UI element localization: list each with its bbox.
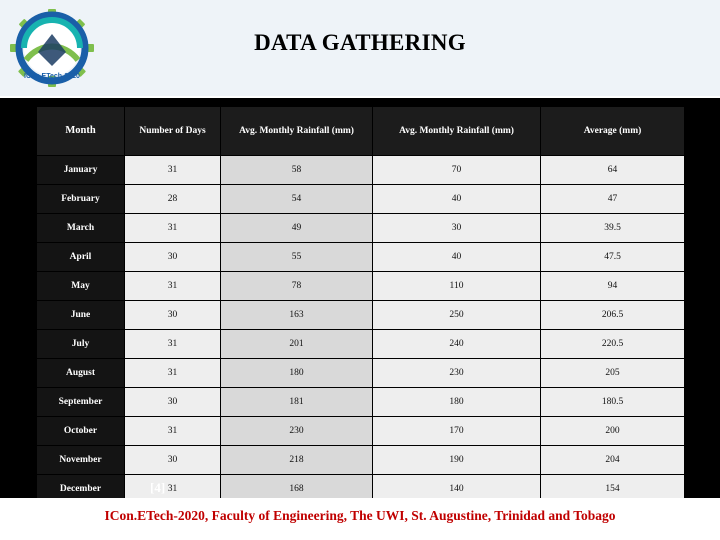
- rainfall-data-table: Month Number of Days Avg. Monthly Rainfa…: [36, 106, 685, 504]
- col-header-month: Month: [36, 106, 125, 156]
- cell-value: 200: [540, 416, 685, 446]
- table-row: May 31 78 110 94: [36, 271, 685, 301]
- cell-value: 40: [372, 184, 541, 214]
- citation-reference: [4]: [150, 480, 166, 495]
- table-row: July 31 201 240 220.5: [36, 329, 685, 359]
- col-header-average: Average (mm): [540, 106, 685, 156]
- cell-value: 206.5: [540, 300, 685, 330]
- cell-value: 180: [220, 358, 373, 388]
- cell-value: 55: [220, 242, 373, 272]
- cell-month: July: [36, 329, 125, 359]
- page-title: DATA GATHERING: [254, 30, 466, 55]
- cell-value: 31: [124, 155, 221, 185]
- col-header-avg-monthly-rainfall-1: Avg. Monthly Rainfall (mm): [220, 106, 373, 156]
- table-row: February 28 54 40 47: [36, 184, 685, 214]
- cell-value: 94: [540, 271, 685, 301]
- table-row: March 31 49 30 39.5: [36, 213, 685, 243]
- cell-value: 110: [372, 271, 541, 301]
- cell-month: April: [36, 242, 125, 272]
- cell-value: 201: [220, 329, 373, 359]
- cell-value: 218: [220, 445, 373, 475]
- cell-value: 30: [124, 242, 221, 272]
- cell-value: 31: [124, 416, 221, 446]
- cell-value: 70: [372, 155, 541, 185]
- cell-month: August: [36, 358, 125, 388]
- cell-value: 64: [540, 155, 685, 185]
- cell-value: 30: [124, 387, 221, 417]
- cell-value: 181: [220, 387, 373, 417]
- cell-value: 240: [372, 329, 541, 359]
- cell-value: 250: [372, 300, 541, 330]
- table-row: November 30 218 190 204: [36, 445, 685, 475]
- cell-value: 47.5: [540, 242, 685, 272]
- cell-value: 40: [372, 242, 541, 272]
- cell-month: February: [36, 184, 125, 214]
- cell-value: 30: [124, 445, 221, 475]
- cell-value: 39.5: [540, 213, 685, 243]
- table-row: January 31 58 70 64: [36, 155, 685, 185]
- cell-value: 204: [540, 445, 685, 475]
- cell-value: 205: [540, 358, 685, 388]
- cell-month: March: [36, 213, 125, 243]
- cell-value: 31: [124, 329, 221, 359]
- cell-value: 170: [372, 416, 541, 446]
- table-row: October 31 230 170 200: [36, 416, 685, 446]
- table-row: August 31 180 230 205: [36, 358, 685, 388]
- table-row: April 30 55 40 47.5: [36, 242, 685, 272]
- cell-month: September: [36, 387, 125, 417]
- table-header-row: Month Number of Days Avg. Monthly Rainfa…: [36, 106, 685, 156]
- cell-value: 31: [124, 213, 221, 243]
- cell-value: 163: [220, 300, 373, 330]
- cell-value: 58: [220, 155, 373, 185]
- cell-value: 47: [540, 184, 685, 214]
- cell-value: 180.5: [540, 387, 685, 417]
- cell-value: 31: [124, 271, 221, 301]
- cell-value: 190: [372, 445, 541, 475]
- cell-value: 31: [124, 358, 221, 388]
- cell-month: October: [36, 416, 125, 446]
- cell-value: 180: [372, 387, 541, 417]
- col-header-avg-monthly-rainfall-2: Avg. Monthly Rainfall (mm): [372, 106, 541, 156]
- cell-value: 78: [220, 271, 373, 301]
- cell-value: 220.5: [540, 329, 685, 359]
- cell-value: 28: [124, 184, 221, 214]
- footer-text: ICon.ETech-2020, Faculty of Engineering,…: [104, 508, 616, 523]
- cell-month: June: [36, 300, 125, 330]
- cell-month: November: [36, 445, 125, 475]
- cell-month: January: [36, 155, 125, 185]
- cell-value: 30: [124, 300, 221, 330]
- cell-value: 54: [220, 184, 373, 214]
- cell-value: 30: [372, 213, 541, 243]
- cell-value: 230: [372, 358, 541, 388]
- cell-value: 49: [220, 213, 373, 243]
- table-row: June 30 163 250 206.5: [36, 300, 685, 330]
- table-row: September 30 181 180 180.5: [36, 387, 685, 417]
- cell-value: 230: [220, 416, 373, 446]
- cell-month: May: [36, 271, 125, 301]
- col-header-number-of-days: Number of Days: [124, 106, 221, 156]
- svg-text:ICon.ETech-2020: ICon.ETech-2020: [24, 73, 80, 80]
